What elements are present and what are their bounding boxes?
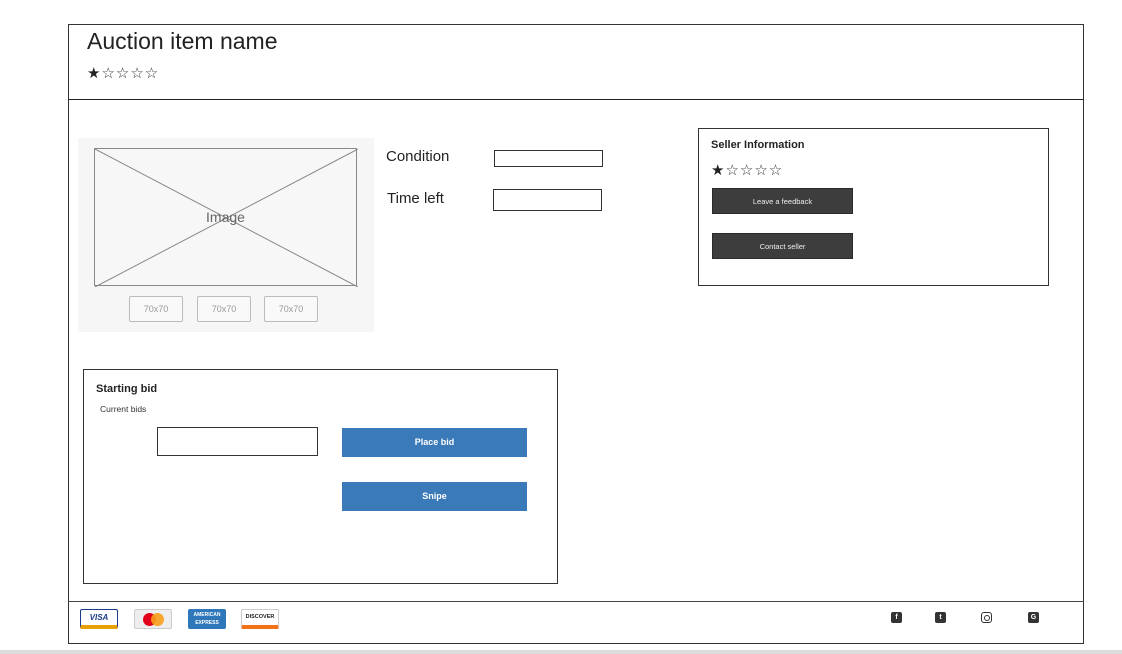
current-bids-label: Current bids [100, 404, 147, 414]
star-empty-icons: ☆☆☆☆ [101, 65, 160, 82]
condition-field[interactable] [494, 150, 603, 167]
mastercard-icon [134, 609, 172, 629]
thumbnail-2[interactable]: 70x70 [197, 296, 251, 322]
bid-panel: Starting bid Current bids Place bid Snip… [83, 369, 558, 584]
thumbnail-1[interactable]: 70x70 [129, 296, 183, 322]
item-rating: ★☆☆☆☆ [87, 64, 159, 82]
amex-card-icon: AMERICAN EXPRESS [188, 609, 226, 629]
contact-seller-button[interactable]: Contact seller [712, 233, 853, 259]
twitter-icon[interactable]: t [935, 612, 946, 623]
image-label: Image [206, 209, 245, 225]
seller-rating: ★☆☆☆☆ [711, 161, 783, 179]
time-left-field[interactable] [493, 189, 602, 211]
bid-amount-input[interactable] [157, 427, 318, 456]
google-plus-icon[interactable]: G [1028, 612, 1039, 623]
star-filled-icon: ★ [87, 65, 102, 82]
star-filled-icon: ★ [711, 162, 726, 179]
condition-label: Condition [386, 148, 450, 165]
discover-card-icon: DISCOVER [241, 609, 279, 629]
seller-info-title: Seller Information [711, 139, 805, 151]
visa-card-icon: VISA [80, 609, 118, 629]
footer-divider [68, 601, 1084, 602]
thumbnail-3[interactable]: 70x70 [264, 296, 318, 322]
instagram-icon[interactable] [981, 612, 992, 623]
snipe-button[interactable]: Snipe [342, 482, 527, 511]
time-left-label: Time left [387, 190, 444, 207]
star-empty-icons: ☆☆☆☆ [725, 162, 784, 179]
leave-feedback-button[interactable]: Leave a feedback [712, 188, 853, 214]
facebook-icon[interactable]: f [891, 612, 902, 623]
auction-item-title: Auction item name [87, 28, 278, 54]
header-divider [68, 99, 1084, 100]
bottom-edge [0, 650, 1122, 654]
place-bid-button[interactable]: Place bid [342, 428, 527, 457]
seller-information-panel: Seller Information ★☆☆☆☆ Leave a feedbac… [698, 128, 1049, 286]
main-image-placeholder[interactable]: Image [94, 148, 358, 287]
starting-bid-title: Starting bid [96, 383, 158, 395]
